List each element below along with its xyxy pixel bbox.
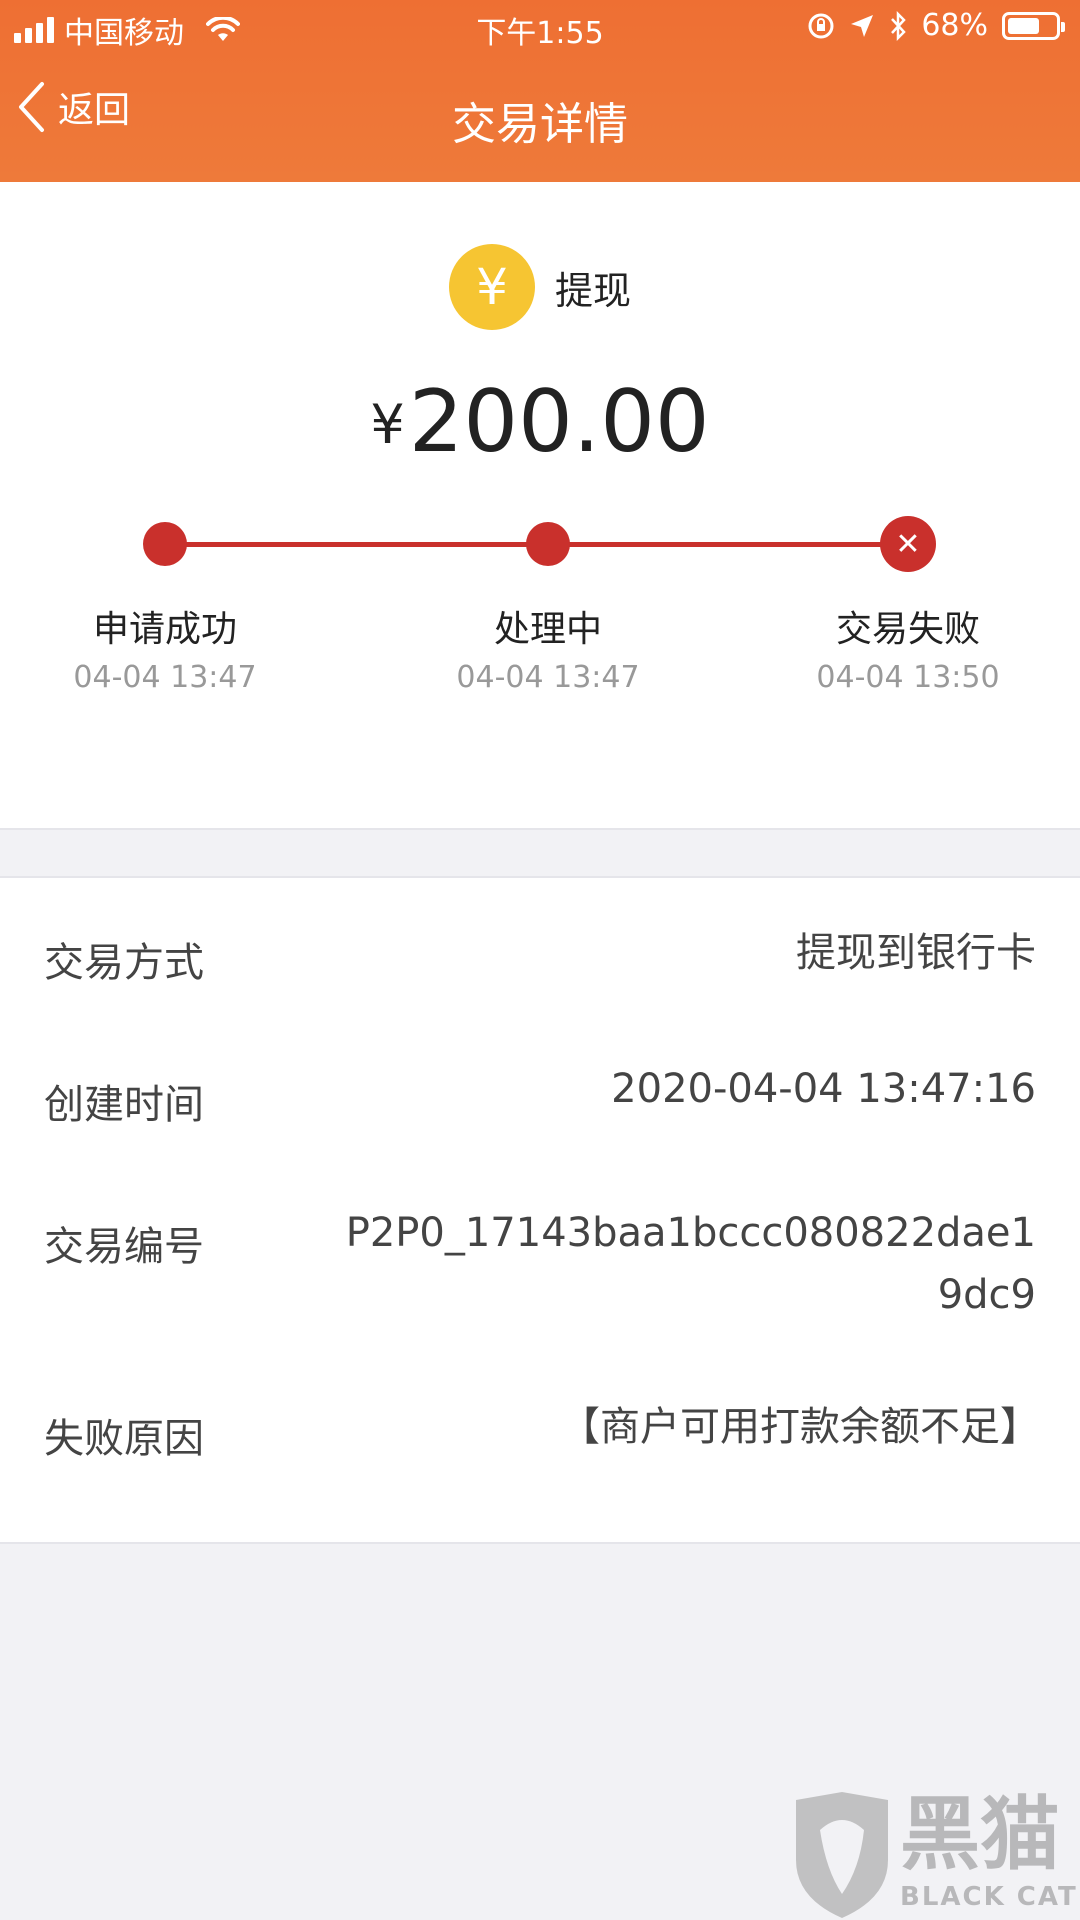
- step-time: 04-04 13:50: [816, 660, 1000, 695]
- bluetooth-icon: [891, 10, 907, 41]
- watermark-en: BLACK CAT: [900, 1882, 1078, 1912]
- battery-fill: [1008, 17, 1040, 34]
- nav-bar: 返回 交易详情: [0, 62, 1080, 172]
- step-time: 04-04 13:47: [73, 660, 257, 695]
- yen-icon: ¥: [448, 244, 535, 330]
- transaction-summary: ¥ 提现 ¥200.00 ✕ 申请成功 处理中 交易失败 04-04 13:47…: [0, 182, 1080, 830]
- step-label: 处理中: [493, 609, 602, 650]
- page-title: 交易详情: [452, 99, 628, 150]
- orientation-lock-icon: [808, 13, 834, 38]
- detail-key: 交易方式: [44, 940, 204, 986]
- step-label: 交易失败: [835, 609, 980, 650]
- detail-value: 提现到银行卡: [796, 930, 1036, 976]
- detail-value: 2020-04-04 13:47:16: [611, 1066, 1036, 1112]
- detail-key: 失败原因: [44, 1416, 204, 1462]
- watermark: 黑猫 BLACK CAT: [790, 1790, 1080, 1920]
- step-dot-2: [526, 522, 570, 566]
- amount-value: 200.00: [408, 372, 710, 472]
- detail-value: 【商户可用打款余额不足】: [560, 1404, 1040, 1450]
- app-header: 中国移动 下午1:55 68% 返回 交易详情: [0, 0, 1080, 182]
- detail-key: 交易编号: [44, 1224, 204, 1270]
- battery-percent: 68%: [921, 8, 988, 43]
- location-icon: [851, 14, 874, 37]
- step-time: 04-04 13:47: [456, 660, 640, 695]
- detail-value: P2P0_17143baa1bccc080822dae19dc9: [345, 1210, 1036, 1318]
- battery-icon: [1002, 11, 1065, 40]
- transaction-amount: ¥200.00: [0, 372, 1080, 472]
- currency-symbol: ¥: [370, 393, 405, 456]
- step-dot-1: [143, 522, 187, 566]
- transaction-type: 提现: [554, 268, 631, 313]
- detail-key: 创建时间: [44, 1082, 204, 1128]
- watermark-cn: 黑猫: [900, 1788, 1060, 1881]
- step-label: 申请成功: [92, 609, 237, 650]
- cat-shield-logo: [796, 1792, 888, 1918]
- status-bar: 中国移动 下午1:55 68%: [0, 0, 1080, 56]
- transaction-details: 交易方式 提现到银行卡 创建时间 2020-04-04 13:47:16 交易编…: [0, 876, 1080, 1544]
- failed-x-icon: ✕: [880, 516, 936, 572]
